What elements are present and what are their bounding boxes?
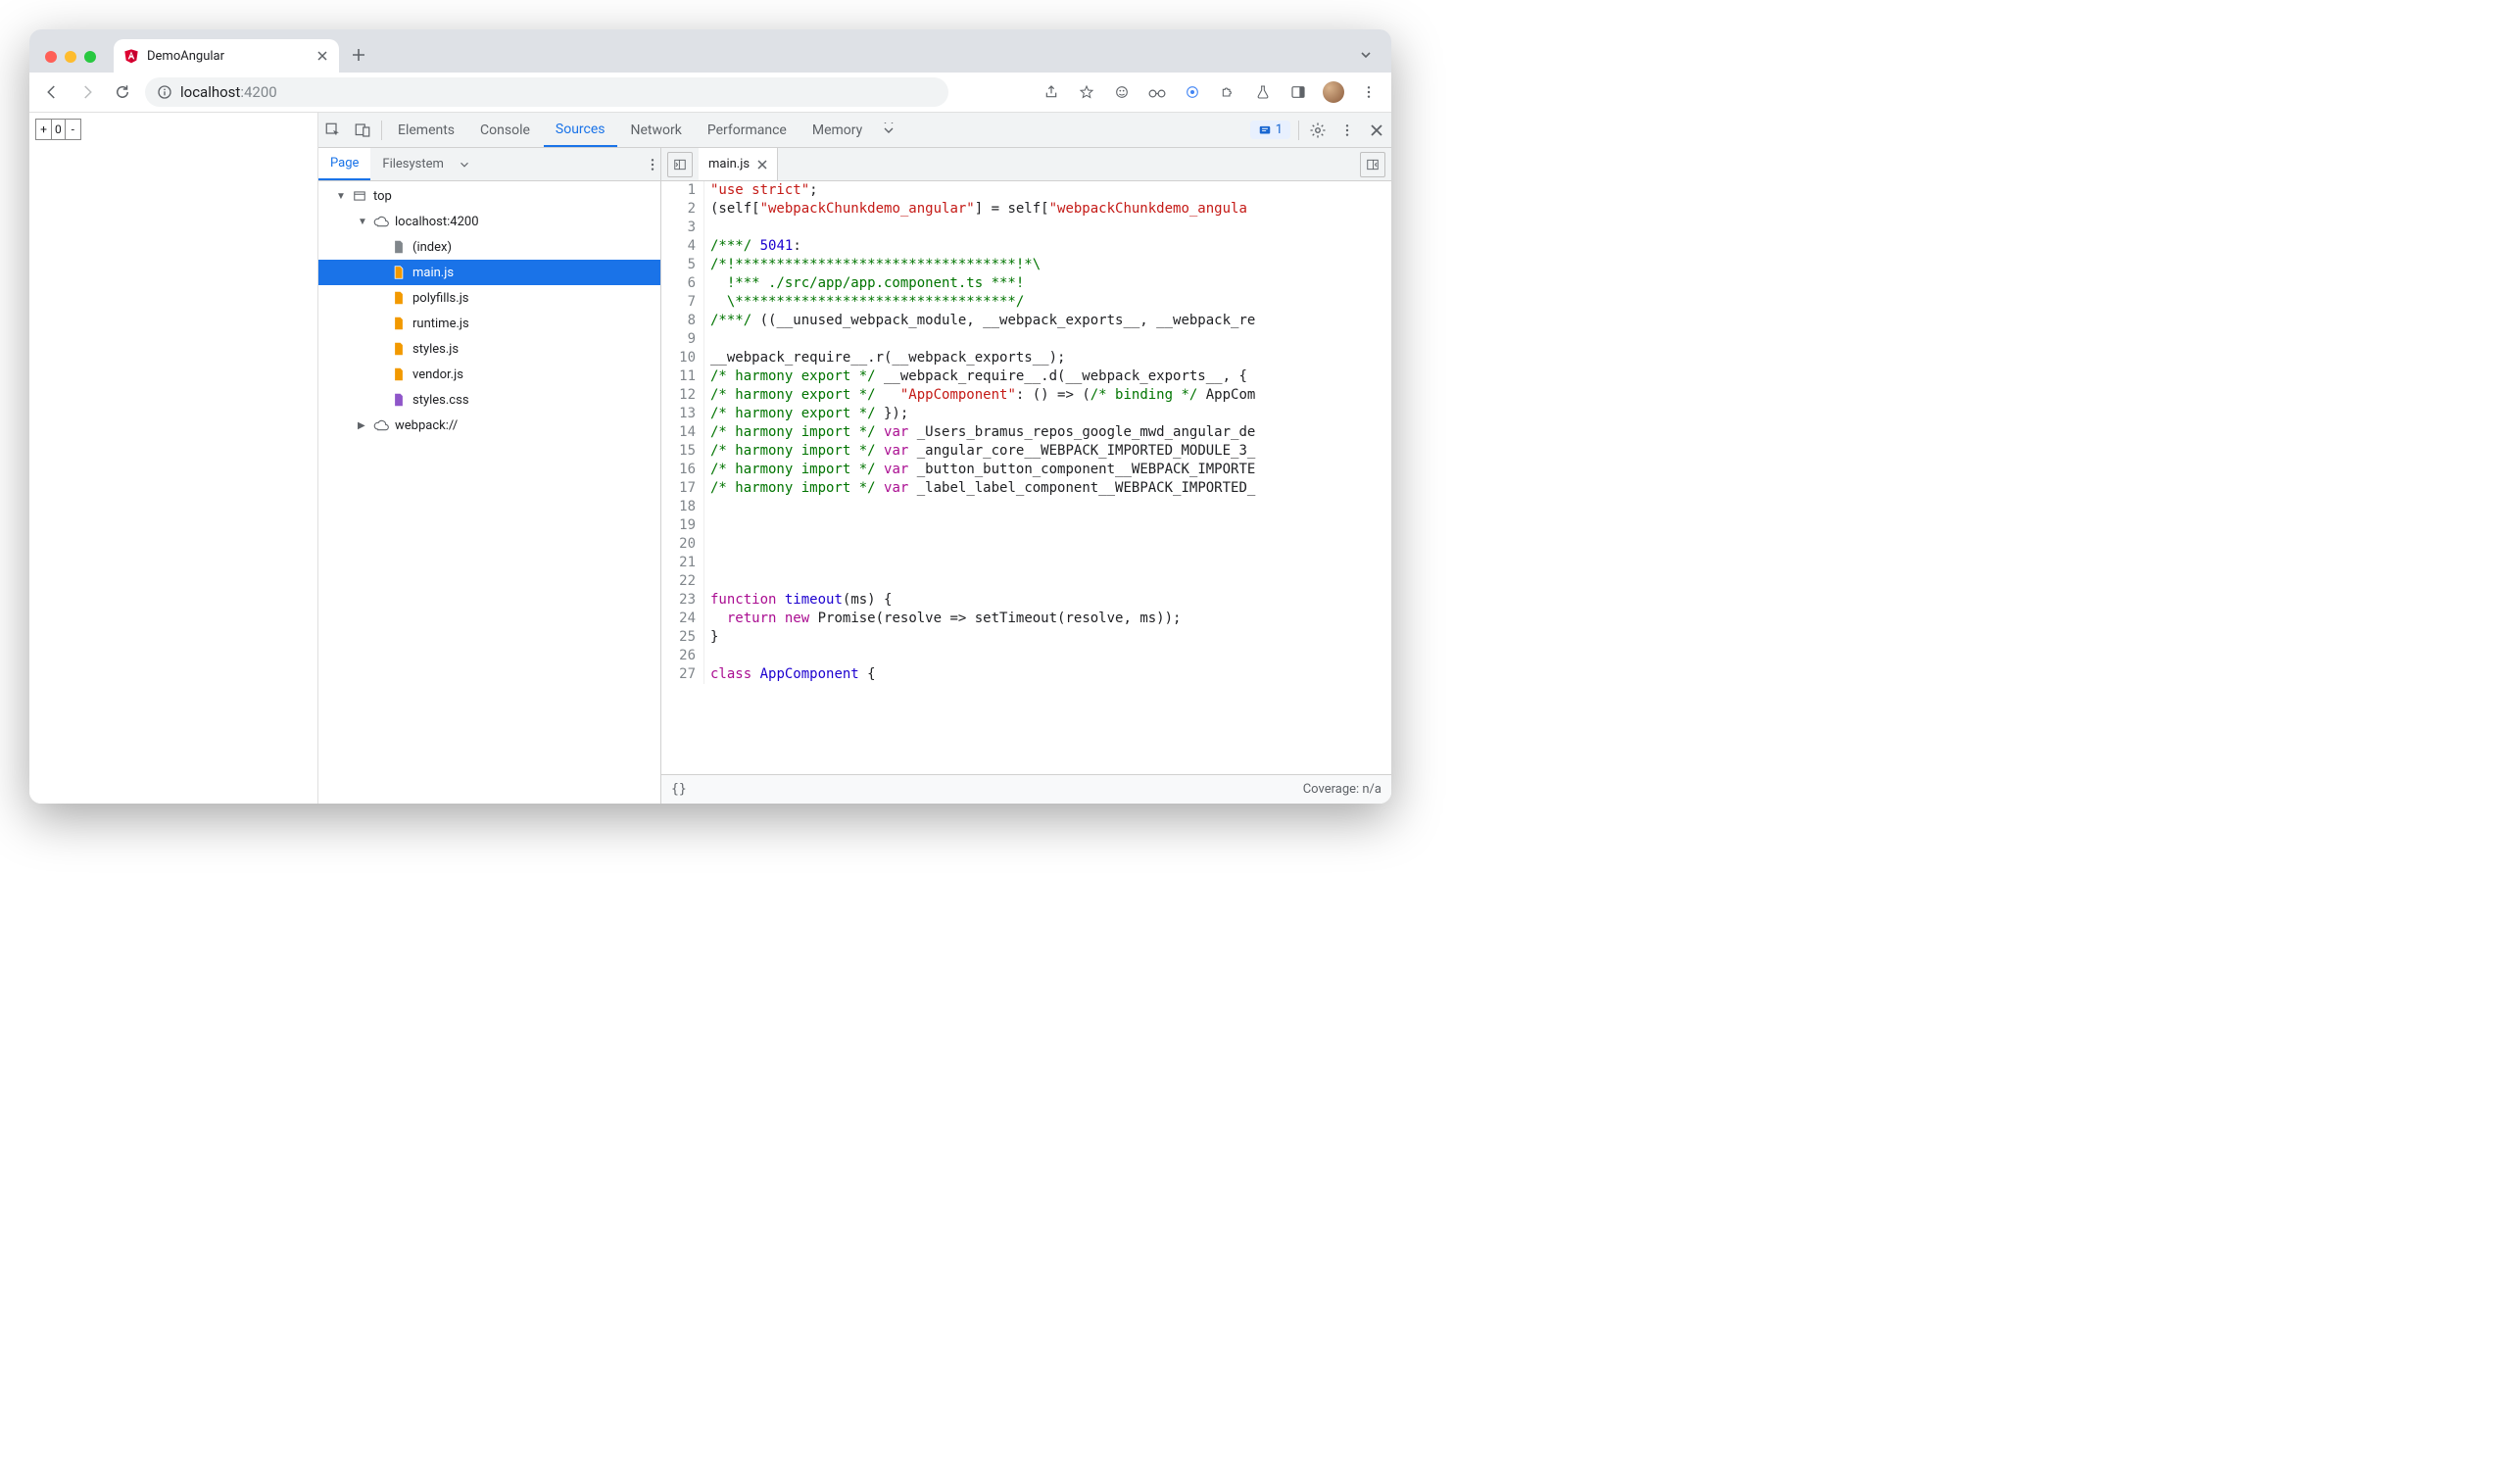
issues-badge[interactable]: 1: [1250, 121, 1290, 139]
devtools-settings-icon[interactable]: [1303, 116, 1333, 145]
tree-file-styles-css[interactable]: styles.css: [318, 387, 660, 413]
address-bar: localhost:4200: [29, 73, 1391, 112]
more-navigator-tabs-icon[interactable]: [458, 158, 471, 171]
file-tree[interactable]: ▼top▼localhost:4200(index)main.jspolyfil…: [318, 181, 660, 804]
navigator-tab-filesystem[interactable]: Filesystem: [370, 148, 456, 180]
devtools-tab-network[interactable]: Network: [619, 113, 694, 147]
devtools-toolbar: ElementsConsoleSourcesNetworkPerformance…: [318, 113, 1391, 148]
maximize-window-button[interactable]: [84, 51, 96, 63]
close-editor-tab-icon[interactable]: [757, 160, 767, 170]
tree-origin-localhost[interactable]: ▼localhost:4200: [318, 209, 660, 234]
site-info-icon[interactable]: [157, 84, 172, 100]
file-icon: [373, 417, 389, 433]
page-viewport: + 0 -: [29, 113, 318, 804]
devtools-tab-performance[interactable]: Performance: [696, 113, 799, 147]
tree-file-main-js[interactable]: main.js: [318, 260, 660, 285]
reload-button[interactable]: [110, 79, 135, 105]
devtools-tab-console[interactable]: Console: [468, 113, 542, 147]
tree-file-styles-js[interactable]: styles.js: [318, 336, 660, 362]
devtools-tab-elements[interactable]: Elements: [386, 113, 466, 147]
code-view[interactable]: 1"use strict";2(self["webpackChunkdemo_a…: [661, 181, 1391, 774]
editor-status-bar: {} Coverage: n/a: [661, 774, 1391, 804]
tree-file-polyfills-js[interactable]: polyfills.js: [318, 285, 660, 311]
file-icon: [373, 214, 389, 229]
share-icon[interactable]: [1039, 79, 1064, 105]
window-controls: [45, 51, 96, 63]
extension-icon-2[interactable]: [1144, 79, 1170, 105]
back-button[interactable]: [39, 79, 65, 105]
close-window-button[interactable]: [45, 51, 57, 63]
tab-search-button[interactable]: [1352, 41, 1380, 69]
angular-favicon-icon: [123, 48, 139, 64]
device-toolbar-icon[interactable]: [348, 116, 377, 145]
browser-tab[interactable]: DemoAngular: [114, 39, 339, 73]
file-icon: [391, 366, 407, 382]
profile-avatar[interactable]: [1321, 79, 1346, 105]
navigator-tab-page[interactable]: Page: [318, 148, 370, 180]
forward-button[interactable]: [74, 79, 100, 105]
tree-file-vendor-js[interactable]: vendor.js: [318, 362, 660, 387]
file-icon: [391, 265, 407, 280]
pretty-print-button[interactable]: {}: [671, 782, 687, 797]
counter-decrement-button[interactable]: -: [65, 120, 80, 139]
more-panels-icon[interactable]: [874, 116, 903, 145]
tab-title: DemoAngular: [147, 49, 224, 64]
devtools-tab-sources[interactable]: Sources: [544, 113, 617, 147]
chrome-menu-icon[interactable]: [1356, 79, 1381, 105]
side-panel-icon[interactable]: [1285, 79, 1311, 105]
devtools-tab-memory[interactable]: Memory: [800, 113, 874, 147]
new-tab-button[interactable]: [345, 41, 372, 69]
close-tab-icon[interactable]: [315, 49, 329, 63]
editor-tab-main-js[interactable]: main.js: [699, 148, 778, 180]
tree-frame-top[interactable]: ▼top: [318, 183, 660, 209]
toggle-debugger-icon[interactable]: [1360, 152, 1385, 177]
browser-chrome: DemoAngular: [29, 29, 1391, 112]
counter-value: 0: [52, 122, 65, 136]
extensions-puzzle-icon[interactable]: [1215, 79, 1240, 105]
inspect-element-icon[interactable]: [318, 116, 348, 145]
coverage-status: Coverage: n/a: [1303, 782, 1381, 797]
editor-tab-label: main.js: [708, 157, 750, 171]
file-icon: [391, 316, 407, 331]
navigator-menu-icon[interactable]: [645, 157, 660, 172]
counter-widget: + 0 -: [35, 119, 81, 140]
counter-increment-button[interactable]: +: [36, 120, 52, 139]
devtools-menu-icon[interactable]: [1333, 116, 1362, 145]
browser-window: DemoAngular: [29, 29, 1391, 804]
sources-navigator: PageFilesystem ▼top▼localhost:4200(index…: [318, 148, 661, 804]
file-icon: [391, 290, 407, 306]
toggle-navigator-icon[interactable]: [667, 152, 693, 177]
tree-origin-webpack[interactable]: ▶webpack://: [318, 413, 660, 438]
labs-beaker-icon[interactable]: [1250, 79, 1276, 105]
devtools-panel: ElementsConsoleSourcesNetworkPerformance…: [318, 113, 1391, 804]
file-icon: [352, 188, 367, 204]
extension-icon-3[interactable]: [1180, 79, 1205, 105]
extension-icon-1[interactable]: [1109, 79, 1135, 105]
issues-count: 1: [1276, 122, 1283, 137]
source-editor: main.js 1"use strict";2(self["webpackChu…: [661, 148, 1391, 804]
tree-file-runtime-js[interactable]: runtime.js: [318, 311, 660, 336]
devtools-close-icon[interactable]: [1362, 116, 1391, 145]
tree-file--index-[interactable]: (index): [318, 234, 660, 260]
file-icon: [391, 239, 407, 255]
url-omnibox[interactable]: localhost:4200: [145, 77, 948, 107]
minimize-window-button[interactable]: [65, 51, 76, 63]
url-text: localhost:4200: [180, 83, 277, 101]
file-icon: [391, 392, 407, 408]
file-icon: [391, 341, 407, 357]
bookmark-star-icon[interactable]: [1074, 79, 1099, 105]
